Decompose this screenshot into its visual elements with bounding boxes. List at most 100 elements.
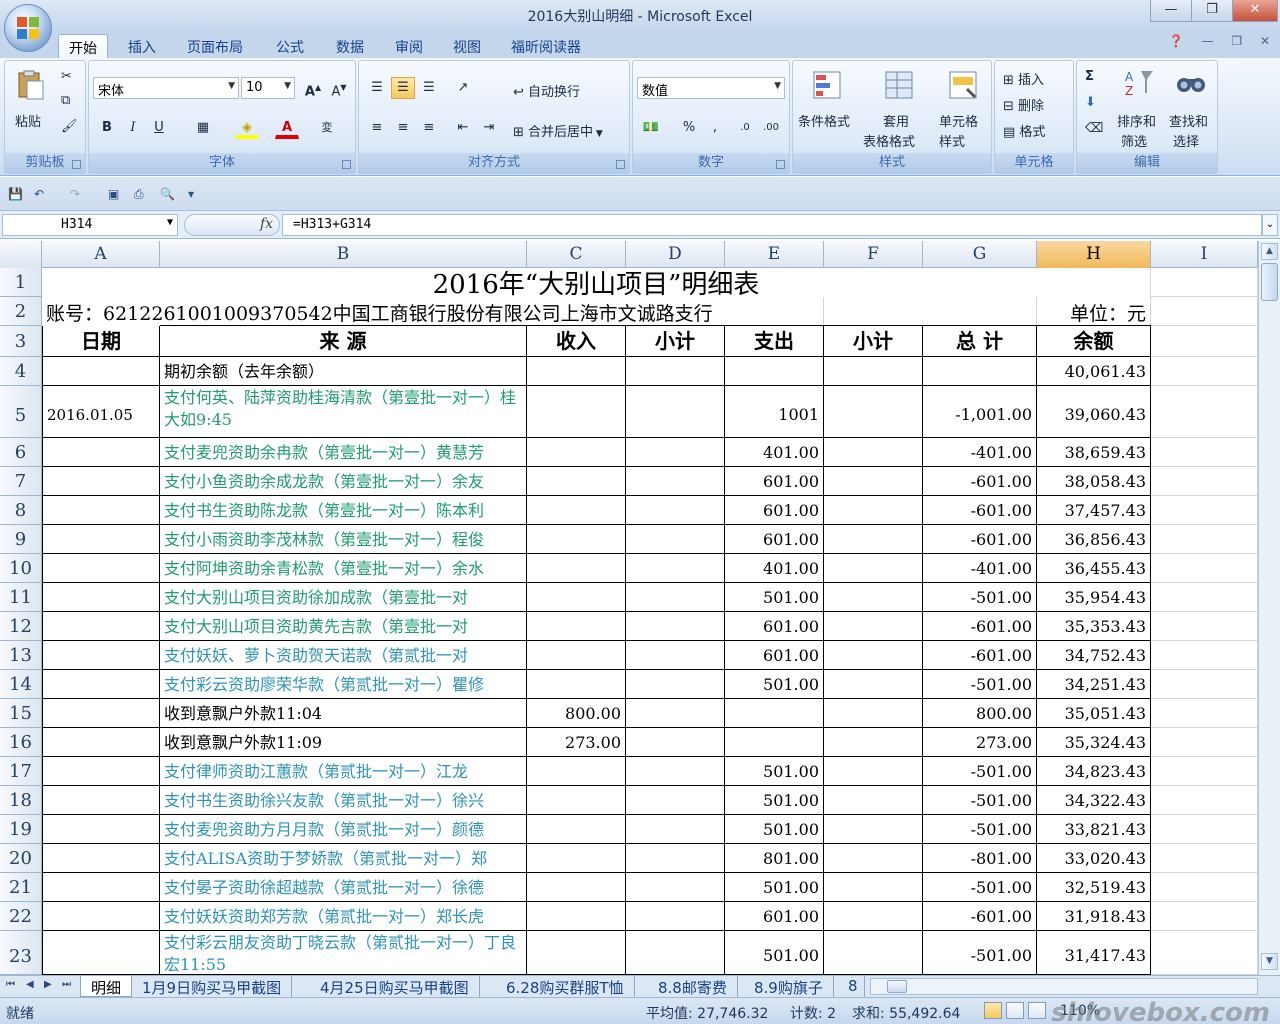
- cell-expense[interactable]: 501.00: [725, 815, 824, 844]
- cell-subtotal[interactable]: [824, 386, 923, 438]
- cell-date[interactable]: [42, 844, 160, 873]
- delete-cells-button[interactable]: ⊟ 删除: [1003, 95, 1044, 114]
- cell-balance[interactable]: 32,519.43: [1037, 873, 1151, 902]
- merge-center-button[interactable]: ⊞ 合并后居中 ▼: [513, 121, 603, 140]
- grid-cell[interactable]: [1151, 931, 1258, 975]
- row-header[interactable]: 1: [0, 268, 42, 297]
- format-as-table-label-1[interactable]: 套用: [883, 111, 909, 130]
- cell-date[interactable]: [42, 467, 160, 496]
- cell-total[interactable]: -501.00: [923, 670, 1037, 699]
- align-left-icon[interactable]: ≡: [365, 117, 389, 139]
- minimize-button[interactable]: —: [1150, 0, 1192, 22]
- grid-cell[interactable]: [1151, 815, 1258, 844]
- cell-subtotal[interactable]: [626, 757, 725, 786]
- column-header-c[interactable]: C: [527, 241, 626, 268]
- cell-balance[interactable]: 36,455.43: [1037, 554, 1151, 583]
- cell-income[interactable]: [527, 786, 626, 815]
- cell-total[interactable]: -601.00: [923, 902, 1037, 931]
- alignment-dialog-launcher[interactable]: [616, 160, 625, 169]
- cell-balance[interactable]: 33,020.43: [1037, 844, 1151, 873]
- paste-button[interactable]: 粘贴: [15, 111, 41, 130]
- currency-icon[interactable]: 💵: [639, 117, 663, 139]
- cell-balance[interactable]: 37,457.43: [1037, 496, 1151, 525]
- cell-income[interactable]: [527, 386, 626, 438]
- cell-styles-label-2[interactable]: 样式: [939, 131, 965, 150]
- cell-subtotal[interactable]: [626, 438, 725, 467]
- grid-cell[interactable]: [824, 297, 1037, 326]
- sheet-tab-apr25[interactable]: 4月25日购买马甲截图: [310, 976, 480, 997]
- column-header-g[interactable]: G: [923, 241, 1037, 268]
- grid-cell[interactable]: [1151, 297, 1258, 326]
- grid-cell[interactable]: [1151, 268, 1258, 297]
- cell-expense[interactable]: 501.00: [725, 583, 824, 612]
- cell-income[interactable]: [527, 873, 626, 902]
- cell-expense[interactable]: [725, 699, 824, 728]
- scroll-up-icon[interactable]: ▲: [1261, 243, 1278, 260]
- cell-subtotal[interactable]: [626, 525, 725, 554]
- cell-date[interactable]: [42, 815, 160, 844]
- cell-date[interactable]: [42, 438, 160, 467]
- cell-source[interactable]: 支付律师资助江蕙款（第贰批一对一）江龙: [160, 757, 527, 786]
- cell-source[interactable]: 支付大别山项目资助黄先吉款（第壹批一对: [160, 612, 527, 641]
- select-all-corner[interactable]: [0, 241, 42, 268]
- cell-source[interactable]: 支付大别山项目资助徐加成款（第壹批一对: [160, 583, 527, 612]
- sheet-tab-more[interactable]: 8: [842, 976, 865, 997]
- tab-review[interactable]: 审阅: [385, 34, 433, 58]
- cell-income[interactable]: [527, 902, 626, 931]
- tab-formulas[interactable]: 公式: [266, 34, 314, 58]
- cell-subtotal[interactable]: [824, 554, 923, 583]
- grid-cell[interactable]: [1151, 757, 1258, 786]
- cell-total[interactable]: -601.00: [923, 612, 1037, 641]
- cell-expense[interactable]: 401.00: [725, 554, 824, 583]
- row-header[interactable]: 6: [0, 438, 42, 467]
- header-expense[interactable]: 支出: [725, 326, 824, 357]
- cell-subtotal[interactable]: [824, 931, 923, 975]
- cell-expense[interactable]: 601.00: [725, 467, 824, 496]
- cell-subtotal[interactable]: [824, 496, 923, 525]
- cell-date[interactable]: [42, 728, 160, 757]
- cell-styles-label-1[interactable]: 单元格: [939, 111, 978, 130]
- cell-source[interactable]: 支付麦兜资助余冉款（第壹批一对一）黄慧芳: [160, 438, 527, 467]
- cell-total[interactable]: -601.00: [923, 467, 1037, 496]
- grid-cell[interactable]: [1151, 699, 1258, 728]
- cell-source[interactable]: 支付妖妖资助郑芳款（第贰批一对一）郑长虎: [160, 902, 527, 931]
- comma-icon[interactable]: ,: [703, 117, 727, 139]
- cell-income[interactable]: [527, 357, 626, 386]
- tab-insert[interactable]: 插入: [118, 34, 166, 58]
- cell-balance[interactable]: 33,821.43: [1037, 815, 1151, 844]
- cell-date[interactable]: [42, 583, 160, 612]
- cell-balance[interactable]: 35,954.43: [1037, 583, 1151, 612]
- tab-home[interactable]: 开始: [58, 34, 108, 58]
- redo-icon[interactable]: ↷: [70, 187, 80, 201]
- orientation-icon[interactable]: ↗: [451, 77, 475, 99]
- cell-income[interactable]: [527, 670, 626, 699]
- cell-total[interactable]: -501.00: [923, 757, 1037, 786]
- last-sheet-icon[interactable]: ⏭: [62, 979, 71, 990]
- grid-cell[interactable]: [1151, 583, 1258, 612]
- cell-subtotal[interactable]: [626, 612, 725, 641]
- insert-cells-button[interactable]: ⊞ 插入: [1003, 69, 1044, 88]
- cell-subtotal[interactable]: [824, 844, 923, 873]
- cell-subtotal[interactable]: [626, 357, 725, 386]
- cell-source[interactable]: 支付书生资助徐兴友款（第贰批一对一）徐兴: [160, 786, 527, 815]
- cell-subtotal[interactable]: [626, 873, 725, 902]
- cell-date[interactable]: [42, 902, 160, 931]
- cell-date[interactable]: [42, 873, 160, 902]
- cell-subtotal[interactable]: [626, 554, 725, 583]
- cell-expense[interactable]: 801.00: [725, 844, 824, 873]
- cell-total[interactable]: -501.00: [923, 786, 1037, 815]
- increase-indent-icon[interactable]: ⇥: [477, 117, 501, 139]
- preview-icon[interactable]: 🔍: [160, 187, 175, 201]
- cell-subtotal[interactable]: [626, 728, 725, 757]
- underline-button[interactable]: U: [147, 117, 171, 139]
- cell-expense[interactable]: 501.00: [725, 786, 824, 815]
- undo-icon[interactable]: ↶: [34, 187, 44, 201]
- clipboard-dialog-launcher[interactable]: [72, 160, 81, 169]
- cell-subtotal[interactable]: [626, 386, 725, 438]
- cell-expense[interactable]: [725, 357, 824, 386]
- grid-cell[interactable]: [1151, 525, 1258, 554]
- tab-page-layout[interactable]: 页面布局: [177, 34, 253, 58]
- formula-input[interactable]: =H313+G314: [282, 214, 1262, 236]
- font-dialog-launcher[interactable]: [342, 160, 351, 169]
- row-header[interactable]: 17: [0, 757, 42, 786]
